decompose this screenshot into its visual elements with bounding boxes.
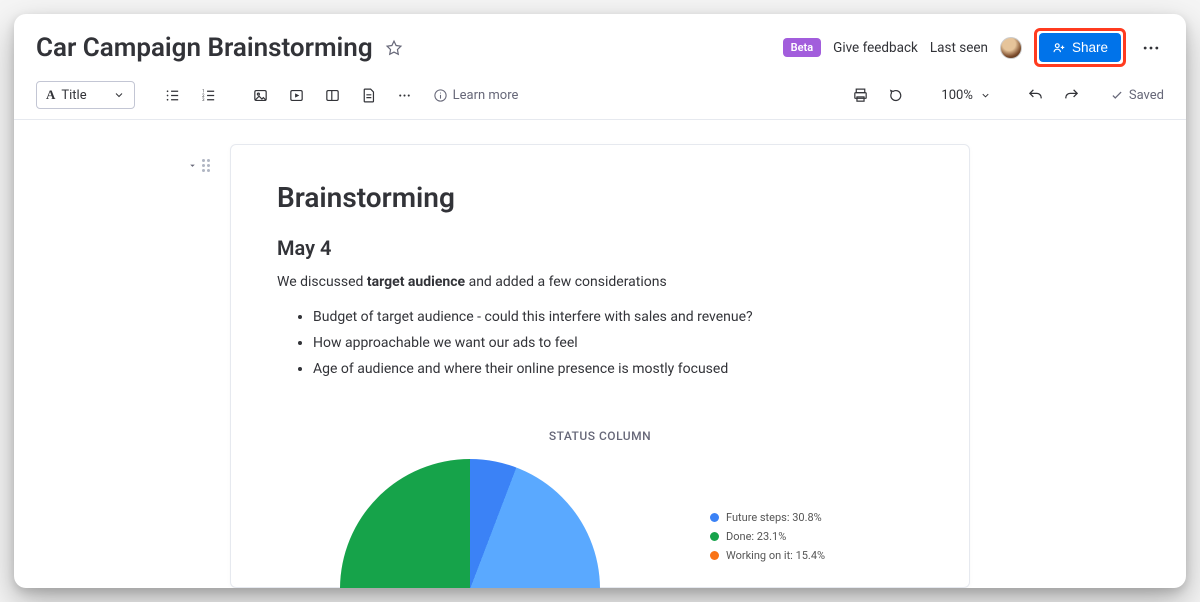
document-canvas: Brainstorming May 4 We discussed target … <box>14 120 1186 588</box>
user-avatar[interactable] <box>1000 37 1022 59</box>
insert-video-button[interactable] <box>283 81 311 109</box>
list-item[interactable]: Budget of target audience - could this i… <box>313 305 923 331</box>
doc-date[interactable]: May 4 <box>277 236 923 260</box>
text-style-dropdown[interactable]: A Title <box>36 81 135 109</box>
toolbar: A Title 123 <box>14 75 1186 120</box>
chevron-down-icon <box>113 89 125 101</box>
drag-handle-icon[interactable] <box>202 159 210 172</box>
chevron-down-icon <box>980 90 991 101</box>
zoom-dropdown[interactable]: 100% <box>934 84 997 107</box>
print-button[interactable] <box>846 81 874 109</box>
share-person-icon <box>1052 41 1066 55</box>
legend-swatch <box>710 551 719 560</box>
undo-button[interactable] <box>1022 81 1050 109</box>
legend-swatch <box>710 513 719 522</box>
legend-item: Future steps: 30.8% <box>710 511 860 524</box>
redo-button[interactable] <box>1058 81 1086 109</box>
list-item[interactable]: Age of audience and where their online p… <box>313 357 923 383</box>
insert-layout-button[interactable] <box>319 81 347 109</box>
more-menu-button[interactable] <box>1138 35 1164 61</box>
comment-button[interactable] <box>882 81 910 109</box>
doc-bullet-list[interactable]: Budget of target audience - could this i… <box>277 305 923 383</box>
share-button-label: Share <box>1072 40 1108 55</box>
share-highlight-box: Share <box>1034 28 1126 67</box>
saved-label: Saved <box>1129 88 1164 103</box>
legend-item: Done: 23.1% <box>710 530 860 543</box>
document-page[interactable]: Brainstorming May 4 We discussed target … <box>230 144 970 588</box>
learn-more-label: Learn more <box>453 88 519 103</box>
toolbar-more-button[interactable] <box>391 81 419 109</box>
give-feedback-link[interactable]: Give feedback <box>833 40 918 56</box>
legend-item: Working on it: 15.4% <box>710 549 860 562</box>
header-bar: Car Campaign Brainstorming Beta Give fee… <box>14 14 1186 75</box>
chart-legend: Future steps: 30.8% Done: 23.1% Working … <box>710 511 860 568</box>
list-item[interactable]: How approachable we want our ads to feel <box>313 331 923 357</box>
insert-file-button[interactable] <box>355 81 383 109</box>
check-icon <box>1110 88 1124 102</box>
saved-indicator: Saved <box>1110 88 1164 103</box>
beta-badge: Beta <box>783 38 822 57</box>
share-button[interactable]: Share <box>1039 33 1121 62</box>
learn-more-link[interactable]: Learn more <box>433 88 519 103</box>
block-collapse-handle[interactable] <box>187 159 210 172</box>
page-title: Car Campaign Brainstorming <box>36 33 373 63</box>
text-style-icon: A <box>46 87 55 103</box>
numbered-list-button[interactable]: 123 <box>195 81 223 109</box>
bulleted-list-button[interactable] <box>159 81 187 109</box>
chart-block: STATUS COLUMN Future steps: 30.8% Done: … <box>277 429 923 588</box>
zoom-value: 100% <box>941 88 972 103</box>
last-seen-label: Last seen <box>930 40 988 56</box>
doc-intro[interactable]: We discussed target audience and added a… <box>277 272 923 293</box>
legend-swatch <box>710 532 719 541</box>
app-window: Car Campaign Brainstorming Beta Give fee… <box>14 14 1186 588</box>
text-style-label: Title <box>61 88 86 103</box>
favorite-star-icon[interactable] <box>385 39 403 57</box>
info-icon <box>433 88 448 103</box>
chart-title: STATUS COLUMN <box>277 429 923 443</box>
pie-chart <box>340 459 600 588</box>
insert-image-button[interactable] <box>247 81 275 109</box>
doc-heading[interactable]: Brainstorming <box>277 181 923 214</box>
svg-text:3: 3 <box>202 98 205 103</box>
